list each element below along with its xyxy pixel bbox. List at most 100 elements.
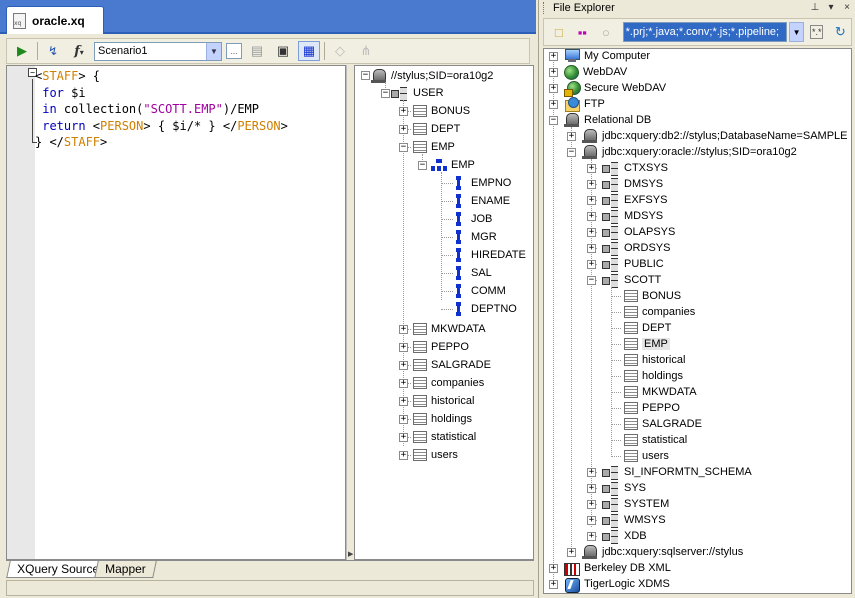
code-text[interactable]: <STAFF> { for $i in collection("SCOTT.EM…: [35, 68, 288, 151]
expand-icon[interactable]: +: [587, 212, 596, 221]
expand-icon[interactable]: +: [399, 125, 408, 134]
collapse-icon[interactable]: −: [567, 148, 576, 157]
tree-view-button[interactable]: ▦: [298, 41, 320, 61]
close-icon[interactable]: ×: [840, 2, 854, 15]
schema-column[interactable]: JOB: [456, 210, 493, 228]
expand-icon[interactable]: +: [587, 260, 596, 269]
expand-icon[interactable]: +: [587, 532, 596, 541]
schema-column[interactable]: MGR: [456, 228, 497, 246]
scenario-select[interactable]: Scenario1 ▼: [94, 41, 222, 61]
connect-button[interactable]: ▪▪: [572, 22, 594, 42]
expand-icon[interactable]: +: [587, 500, 596, 509]
drag-grip-icon[interactable]: [543, 2, 547, 14]
code-line[interactable]: } </STAFF>: [35, 134, 288, 151]
expand-icon[interactable]: +: [587, 228, 596, 237]
expand-icon[interactable]: +: [399, 433, 408, 442]
document-tab-oracle[interactable]: oracle.xq: [6, 6, 104, 34]
expand-icon[interactable]: +: [587, 484, 596, 493]
chevron-down-icon[interactable]: ▼: [789, 22, 804, 42]
expand-icon[interactable]: +: [587, 516, 596, 525]
schema-table[interactable]: MKWDATA: [413, 320, 486, 338]
code-editor[interactable]: − <STAFF> { for $i in collection("SCOTT.…: [6, 65, 346, 560]
expand-icon[interactable]: +: [587, 196, 596, 205]
schema-column[interactable]: SAL: [456, 264, 492, 282]
expand-icon[interactable]: +: [399, 415, 408, 424]
scenario-properties-button[interactable]: ...: [226, 43, 242, 59]
schema-column-label: SAL: [471, 267, 492, 279]
schema-view-button[interactable]: ▣: [272, 41, 294, 61]
pane-splitter[interactable]: ▶: [346, 65, 354, 560]
table-icon: [413, 123, 427, 135]
expand-icon[interactable]: +: [549, 580, 558, 589]
schema-table[interactable]: PEPPO: [413, 338, 469, 356]
collapse-icon[interactable]: −: [399, 143, 408, 152]
open-folder-button[interactable]: □: [548, 22, 570, 42]
schema-column-label: JOB: [471, 213, 493, 225]
code-line[interactable]: <STAFF> {: [35, 68, 288, 85]
schema-element-emp[interactable]: EMP: [431, 156, 475, 174]
schema-table[interactable]: DEPT: [413, 120, 460, 138]
view-tab[interactable]: Mapper: [94, 561, 157, 578]
run-button[interactable]: ▶: [11, 41, 33, 61]
file-filter-input[interactable]: *.prj;*.java;*.conv;*.js;*.pipeline;: [622, 22, 788, 42]
collapse-icon[interactable]: −: [361, 71, 370, 80]
expand-icon[interactable]: +: [399, 325, 408, 334]
chevron-down-icon[interactable]: ▼: [206, 42, 221, 60]
disabled-tool-button-2[interactable]: ⋔: [355, 41, 377, 61]
schema-column[interactable]: DEPTNO: [456, 300, 517, 318]
expand-icon[interactable]: +: [399, 379, 408, 388]
schema-table[interactable]: BONUS: [413, 102, 470, 120]
export-button[interactable]: ▤: [246, 41, 268, 61]
schema-column[interactable]: ENAME: [456, 192, 510, 210]
menu-icon[interactable]: ▾: [824, 2, 838, 15]
expand-icon[interactable]: +: [399, 397, 408, 406]
collapse-icon[interactable]: −: [381, 89, 390, 98]
expand-icon[interactable]: +: [549, 84, 558, 93]
expand-icon[interactable]: +: [567, 548, 576, 557]
collapse-icon[interactable]: −: [549, 116, 558, 125]
expand-icon[interactable]: +: [587, 164, 596, 173]
explorer-table-label: BONUS: [642, 290, 682, 302]
expand-icon[interactable]: +: [399, 343, 408, 352]
explorer-tigerlogic[interactable]: TigerLogic XDMS: [564, 575, 670, 593]
schema-table[interactable]: users: [413, 446, 458, 464]
debug-button[interactable]: ↯: [42, 41, 64, 61]
expand-icon[interactable]: +: [587, 468, 596, 477]
function-button[interactable]: f▾: [68, 41, 90, 61]
pin-icon[interactable]: ⊥: [808, 2, 822, 15]
schema-column[interactable]: HIREDATE: [456, 246, 526, 264]
schema-user[interactable]: USER: [391, 84, 444, 102]
splitter-arrow-icon[interactable]: ▶: [348, 550, 353, 558]
expand-icon[interactable]: +: [549, 52, 558, 61]
schema-table[interactable]: historical: [413, 392, 474, 410]
expand-icon[interactable]: +: [587, 244, 596, 253]
schema-column[interactable]: COMM: [456, 282, 506, 300]
expand-icon[interactable]: +: [567, 132, 576, 141]
schema-table[interactable]: statistical: [413, 428, 476, 446]
disconnect-button[interactable]: ○: [595, 22, 617, 42]
file-explorer-tree[interactable]: + My Computer + WebDAV + Secure WebDAV + FTP − Re…: [543, 48, 852, 594]
schema-column[interactable]: EMPNO: [456, 174, 511, 192]
schema-table[interactable]: companies: [413, 374, 484, 392]
expand-icon[interactable]: +: [549, 68, 558, 77]
refresh-icon: ↻: [834, 24, 846, 39]
expand-icon[interactable]: +: [399, 361, 408, 370]
schema-table[interactable]: SALGRADE: [413, 356, 491, 374]
expand-icon[interactable]: +: [549, 100, 558, 109]
schema-table[interactable]: holdings: [413, 410, 472, 428]
schema-table-emp[interactable]: EMP: [413, 138, 455, 156]
code-line[interactable]: return <PERSON> { $i/* } </PERSON>: [35, 118, 288, 135]
refresh-button[interactable]: ↻: [830, 22, 852, 42]
expand-icon[interactable]: +: [549, 564, 558, 573]
disabled-tool-button[interactable]: ◇: [329, 41, 351, 61]
code-line[interactable]: in collection("SCOTT.EMP")/EMP: [35, 101, 288, 118]
expand-icon[interactable]: +: [399, 451, 408, 460]
code-line[interactable]: for $i: [35, 85, 288, 102]
schema-root[interactable]: //stylus;SID=ora10g2: [371, 67, 493, 85]
collapse-icon[interactable]: −: [587, 276, 596, 285]
expand-icon[interactable]: +: [399, 107, 408, 116]
collapse-icon[interactable]: −: [418, 161, 427, 170]
schema-tree-pane[interactable]: −//stylus;SID=ora10g2− USER + BONUS + DEPT − EM…: [354, 65, 534, 560]
apply-filter-button[interactable]: *.*: [806, 22, 828, 42]
expand-icon[interactable]: +: [587, 180, 596, 189]
